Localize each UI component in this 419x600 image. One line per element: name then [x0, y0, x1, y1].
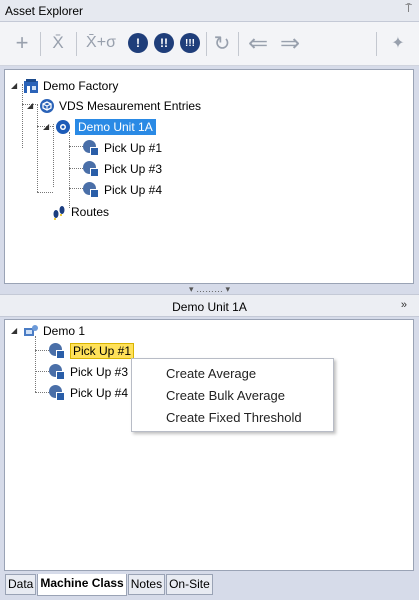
- broom-icon[interactable]: ✦: [384, 28, 412, 58]
- bottom-tabs: Data Machine Class Notes On-Site: [5, 574, 214, 596]
- tree-node-label: Demo 1: [43, 324, 86, 338]
- tree-node-label: Pick Up #4: [104, 183, 163, 197]
- tree-connector: [35, 371, 49, 372]
- pin-icon[interactable]: ⍑: [405, 3, 412, 16]
- forward-arrow-icon[interactable]: ⇒: [274, 28, 306, 58]
- tree-connector: [35, 392, 49, 393]
- toolbar-separator: [376, 32, 377, 56]
- toolbar-separator: [206, 32, 207, 56]
- tree-node-pickup[interactable]: Pick Up #1: [49, 341, 135, 361]
- panel-titlebar: Asset Explorer ⍑: [0, 0, 419, 22]
- machine-class-icon: [24, 325, 38, 336]
- factory-icon: [24, 79, 38, 93]
- cube-icon: [40, 99, 54, 113]
- tree-node-pickup[interactable]: Pick Up #3: [83, 159, 162, 179]
- tree-node-pickup[interactable]: Pick Up #4: [83, 180, 162, 200]
- tree-node-label: Pick Up #3: [70, 365, 129, 379]
- back-arrow-icon[interactable]: ⇐: [242, 28, 274, 58]
- tab-machine-class[interactable]: Machine Class: [37, 574, 127, 596]
- tree-node-demo-1[interactable]: ◢ Demo 1: [11, 321, 85, 341]
- alarm-2-icon[interactable]: !!: [150, 28, 178, 58]
- refresh-icon[interactable]: ↻: [208, 28, 236, 58]
- tree-node-label: Routes: [71, 205, 110, 219]
- mean-icon[interactable]: X̄: [44, 28, 72, 58]
- tree-node-label: Demo Unit 1A: [75, 119, 156, 135]
- alarm-3-icon[interactable]: !!!: [176, 28, 204, 58]
- tree-node-label: Pick Up #1: [70, 343, 135, 359]
- tree-connector: [37, 192, 53, 193]
- mean-plus-sigma-icon[interactable]: X̄+σ: [80, 28, 122, 58]
- tree-node-routes[interactable]: Routes: [51, 202, 109, 222]
- pickup-icon: [83, 161, 99, 177]
- tab-data[interactable]: Data: [5, 574, 37, 595]
- menu-item-create-average[interactable]: Create Average: [166, 366, 256, 386]
- tab-notes[interactable]: Notes: [127, 574, 166, 595]
- expand-toggle[interactable]: ◢: [27, 102, 35, 110]
- tree-node-label: Pick Up #3: [104, 162, 163, 176]
- menu-item-create-fixed-threshold[interactable]: Create Fixed Threshold: [166, 410, 302, 430]
- machine-icon: [56, 120, 70, 134]
- tab-on-site[interactable]: On-Site: [166, 574, 213, 595]
- toolbar: + X̄ X̄+σ ! !! !!! ↻ ⇐ ⇒ ✦: [0, 22, 419, 66]
- toolbar-separator: [40, 32, 41, 56]
- tree-connector: [69, 132, 70, 208]
- panel-splitter[interactable]: ▾ ……… ▾: [0, 284, 419, 294]
- alarm-1-icon[interactable]: !: [124, 28, 152, 58]
- machine-panel-title: Demo Unit 1A: [172, 300, 247, 314]
- tree-node-pickup[interactable]: Pick Up #1: [83, 138, 162, 158]
- tree-connector: [37, 104, 38, 192]
- panel-title: Asset Explorer: [5, 4, 84, 18]
- pickup-icon: [49, 364, 65, 380]
- tree-node-label: Pick Up #1: [104, 141, 163, 155]
- tree-node-label: Demo Factory: [43, 79, 119, 93]
- toolbar-separator: [238, 32, 239, 56]
- tree-node-demo-unit[interactable]: ◢ Demo Unit 1A: [43, 117, 156, 137]
- tree-node-label: VDS Mesaurement Entries: [59, 99, 202, 113]
- add-icon[interactable]: +: [8, 28, 36, 58]
- asset-tree[interactable]: ◢ Demo Factory ◢ VDS Mesaurement Entries…: [4, 69, 414, 284]
- expand-toggle[interactable]: ◢: [43, 123, 51, 131]
- chevron-down-icon[interactable]: »: [401, 299, 407, 311]
- tree-node-pickup[interactable]: Pick Up #4: [49, 383, 128, 403]
- tree-node-vds-entries[interactable]: ◢ VDS Mesaurement Entries: [27, 96, 201, 116]
- tree-node-pickup[interactable]: Pick Up #3: [49, 362, 128, 382]
- menu-item-create-bulk-average[interactable]: Create Bulk Average: [166, 388, 285, 408]
- pickup-icon: [83, 140, 99, 156]
- expand-toggle[interactable]: ◢: [11, 327, 19, 335]
- tree-node-label: Pick Up #4: [70, 386, 129, 400]
- context-menu: Create Average Create Bulk Average Creat…: [131, 358, 334, 432]
- tree-node-demo-factory[interactable]: ◢ Demo Factory: [11, 76, 118, 96]
- pickup-icon: [49, 343, 65, 359]
- tree-connector: [35, 336, 36, 392]
- pickup-icon: [49, 385, 65, 401]
- toolbar-separator: [76, 32, 77, 56]
- machine-panel-header: Demo Unit 1A »: [0, 294, 419, 317]
- tree-connector: [35, 350, 49, 351]
- expand-toggle[interactable]: ◢: [11, 82, 19, 90]
- pickup-icon: [83, 182, 99, 198]
- footprints-icon: [53, 206, 65, 220]
- machine-class-tree[interactable]: ◢ Demo 1 Pick Up #1 Pick Up #3 Pick Up #…: [4, 319, 414, 571]
